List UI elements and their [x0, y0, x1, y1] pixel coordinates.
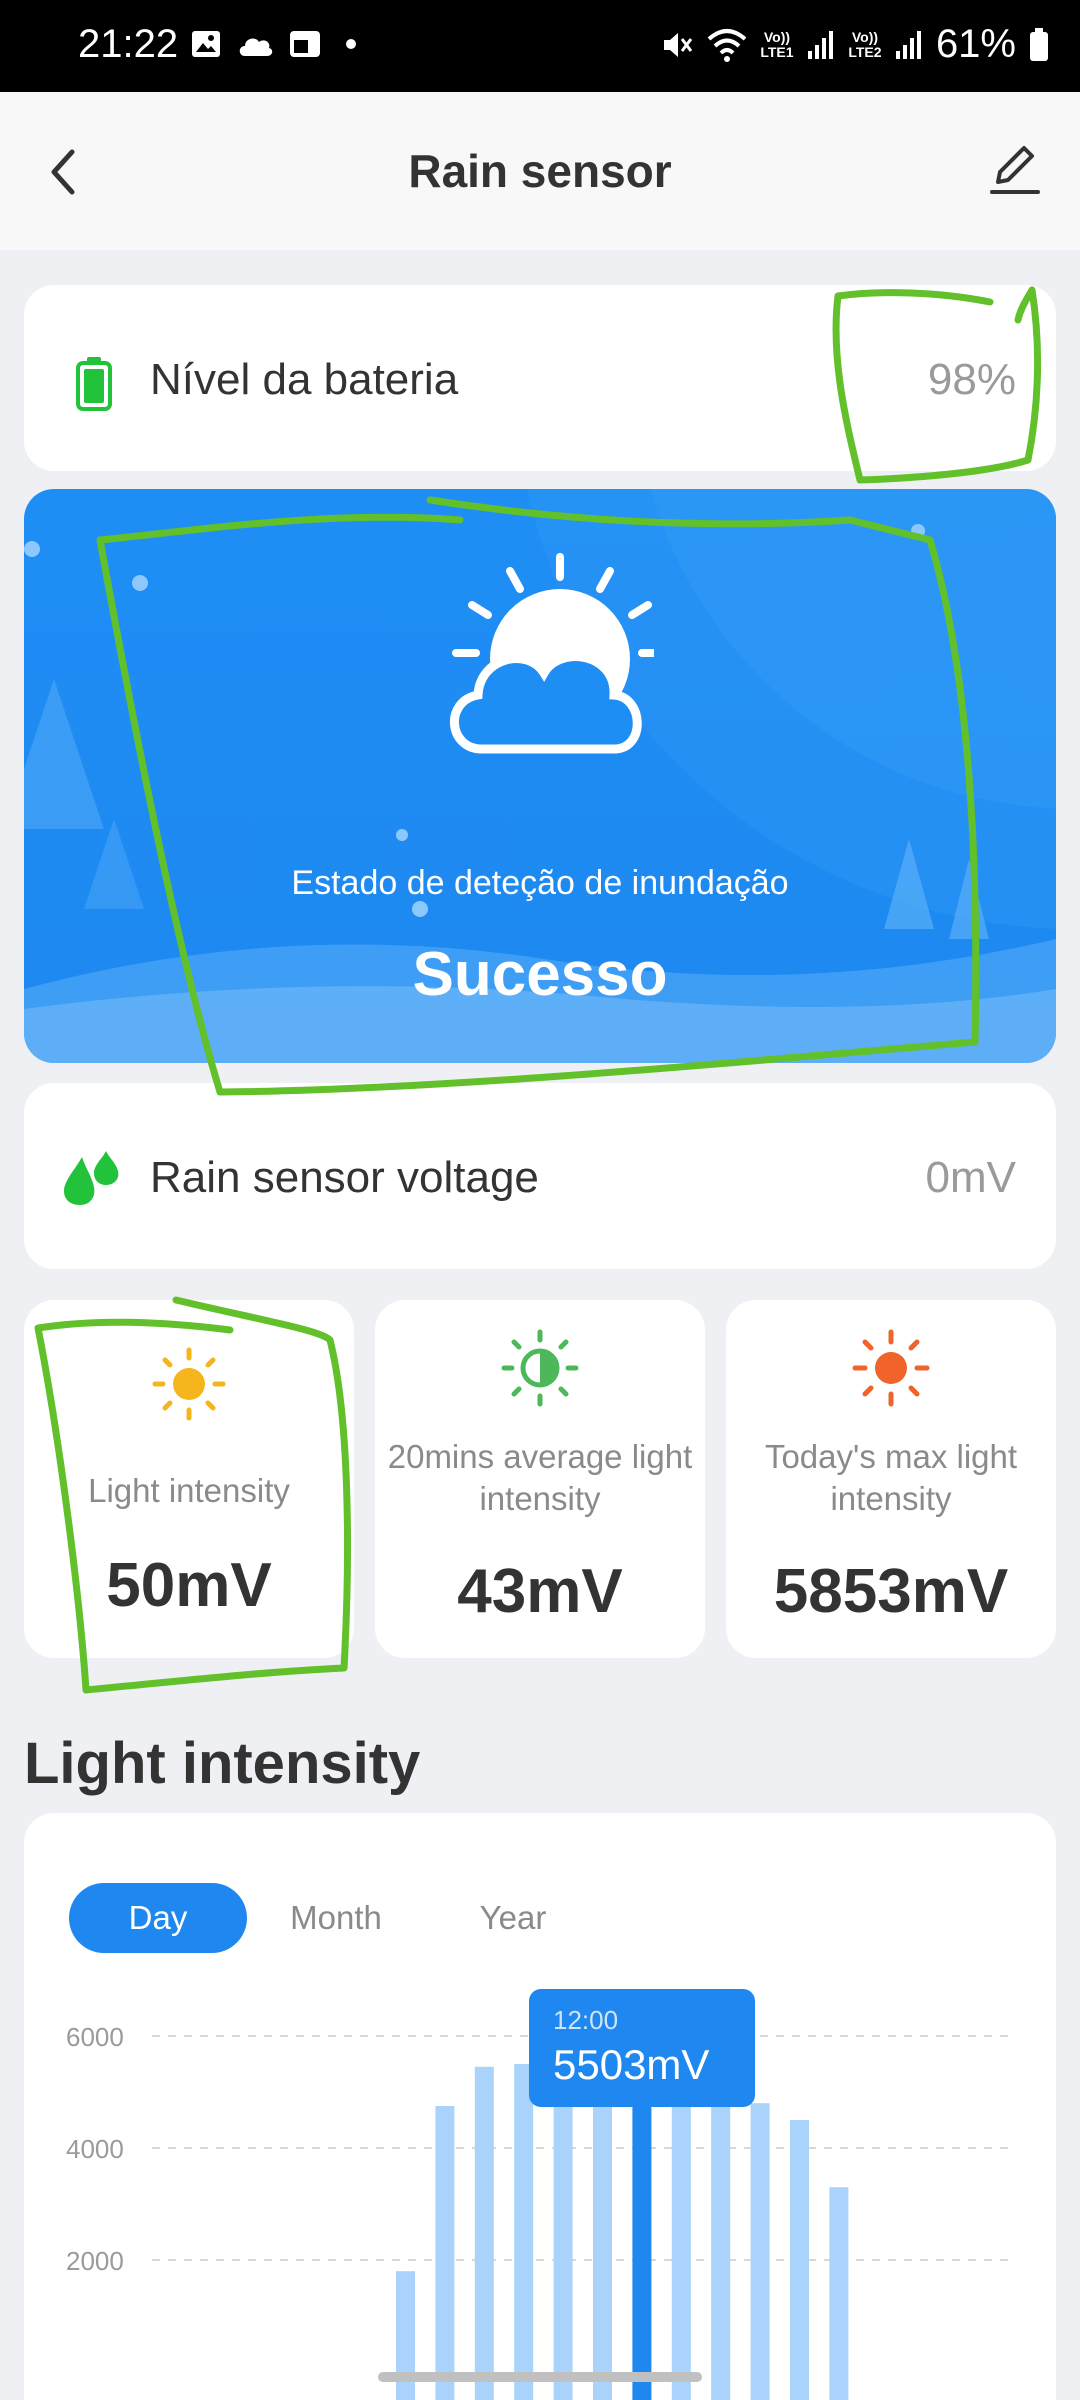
- chart-bar-selected[interactable]: [632, 2063, 652, 2400]
- light-intensity-card: Light intensity 50mV: [24, 1300, 354, 1658]
- max-light-intensity-label: Today's max light intensity: [764, 1438, 1018, 1517]
- edit-button[interactable]: [984, 138, 1044, 202]
- voltage-value: 0mV: [925, 1153, 1016, 1202]
- chart-section-title: Light intensity: [24, 1731, 421, 1796]
- battery-value: 98%: [927, 355, 1016, 404]
- flood-detection-status: Sucesso: [412, 940, 668, 1009]
- tooltip-time: 12:00: [553, 2005, 619, 2035]
- flood-detection-card: Estado de deteção de inundação Sucesso: [24, 489, 1056, 1063]
- chart-bar[interactable]: [750, 2103, 770, 2400]
- cloud-icon: [239, 38, 273, 56]
- status-indicators: Vo)) LTE1 Vo)) LTE2 61%: [660, 22, 1050, 67]
- status-time: 21:22: [78, 22, 179, 66]
- signal-icon: [807, 30, 833, 59]
- page-title: Rain sensor: [408, 145, 672, 197]
- chart-bar[interactable]: [593, 2069, 612, 2400]
- chart-bar[interactable]: [553, 2075, 573, 2400]
- mute-icon: [663, 32, 693, 57]
- y-tick-label: 6000: [66, 2022, 124, 2052]
- chart-bar[interactable]: [514, 2064, 534, 2400]
- chart-bar[interactable]: [474, 2066, 494, 2400]
- average-light-intensity-value: 43mV: [457, 1557, 623, 1626]
- average-light-intensity-card: 20mins average light intensity 43mV: [375, 1300, 705, 1658]
- chart-bar[interactable]: [711, 2086, 731, 2400]
- chart-bar[interactable]: [671, 2075, 691, 2400]
- max-light-intensity-value: 5853mV: [773, 1557, 1009, 1626]
- sun-cloud-icon: [449, 553, 654, 754]
- home-indicator[interactable]: [378, 2372, 702, 2382]
- chart-bar[interactable]: [790, 2120, 809, 2400]
- image-icon: [192, 31, 220, 57]
- phone-battery-icon: [1030, 27, 1048, 61]
- dot-icon: [346, 39, 356, 49]
- calendar-icon: [290, 31, 320, 57]
- status-bar: 21:22 Vo)) LTE1 Vo)) LTE2 61%: [0, 0, 1080, 92]
- average-light-intensity-label: 20mins average light intensity: [387, 1438, 693, 1517]
- sim2-label: Vo)) LTE2: [848, 28, 882, 60]
- signal-icon: [895, 30, 921, 59]
- light-intensity-chart-card: Day Month Year 6000 4000 2000 12:00 5503mV: [24, 1813, 1056, 2400]
- chart-bar[interactable]: [829, 2187, 849, 2400]
- chart-bar[interactable]: [435, 2106, 455, 2400]
- voltage-label: Rain sensor voltage: [150, 1153, 539, 1202]
- sun-icon: [152, 1347, 226, 1421]
- app-header: Rain sensor: [0, 92, 1080, 250]
- max-light-intensity-card: Today's max light intensity 5853mV: [726, 1300, 1056, 1658]
- chart-tooltip: 12:00 5503mV: [529, 1989, 755, 2107]
- battery-percent: 61%: [935, 22, 1016, 66]
- water-drops-icon: [64, 1151, 119, 1205]
- y-tick-label: 2000: [66, 2246, 124, 2276]
- notification-icons: [190, 28, 366, 60]
- half-sun-icon: [501, 1329, 579, 1407]
- battery-label: Nível da bateria: [150, 355, 459, 404]
- sim1-label: Vo)) LTE1: [760, 28, 794, 60]
- y-tick-label: 4000: [66, 2134, 124, 2164]
- battery-icon: [76, 357, 112, 411]
- sun-icon: [852, 1329, 930, 1407]
- light-intensity-value: 50mV: [106, 1551, 272, 1620]
- light-intensity-label: Light intensity: [88, 1472, 290, 1509]
- wifi-icon: [707, 28, 747, 62]
- edit-pencil-icon: [990, 146, 1040, 194]
- flood-detection-label: Estado de deteção de inundação: [291, 864, 789, 902]
- tooltip-value: 5503mV: [553, 2041, 710, 2088]
- rain-sensor-voltage-card: Rain sensor voltage 0mV: [24, 1083, 1056, 1269]
- battery-level-card: Nível da bateria 98%: [24, 285, 1056, 471]
